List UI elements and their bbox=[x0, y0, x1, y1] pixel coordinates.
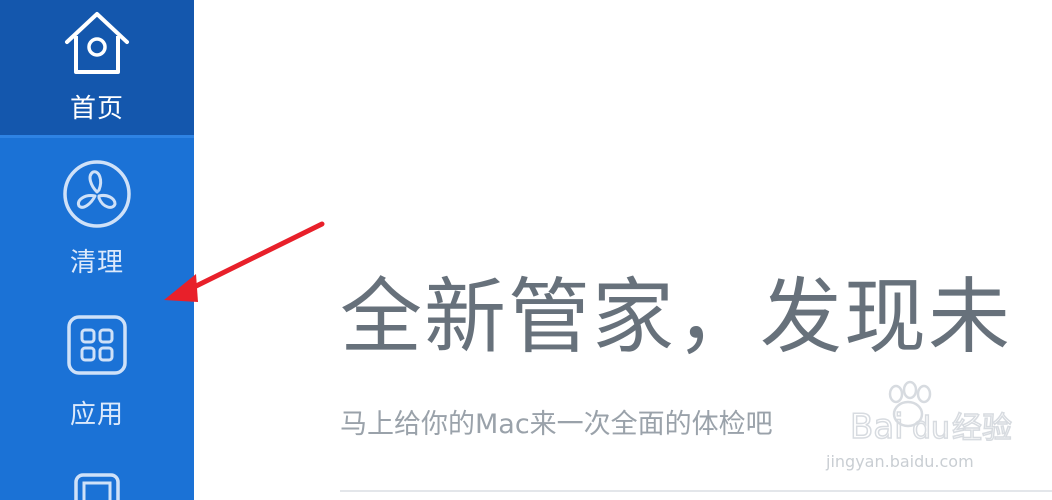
sidebar-item-label: 清理 bbox=[69, 248, 124, 278]
svg-text:经验: 经验 bbox=[952, 411, 1012, 446]
svg-text:du: du bbox=[912, 411, 950, 446]
baidu-jingyan-logo-icon: Bai du 经验 bbox=[849, 380, 1013, 448]
baidu-watermark: Bai du 经验 jingyan.baidu.com bbox=[800, 380, 1020, 480]
sidebar-item-label: 应用 bbox=[69, 400, 124, 430]
device-icon bbox=[73, 472, 121, 500]
page-subtitle: 马上给你的Mac来一次全面的体检吧 bbox=[340, 409, 773, 440]
sidebar-item-clean[interactable]: 清理 bbox=[0, 150, 194, 290]
page-title: 全新管家，发现未 bbox=[340, 270, 1013, 365]
sidebar-item-apps[interactable]: 应用 bbox=[0, 304, 194, 444]
divider bbox=[340, 490, 1052, 492]
watermark-domain: jingyan.baidu.com bbox=[826, 452, 974, 471]
sidebar-item-home[interactable]: 首页 bbox=[0, 0, 194, 138]
sidebar: 首页 清理 应用 bbox=[0, 0, 194, 500]
apps-grid-icon bbox=[66, 314, 128, 380]
fan-icon bbox=[61, 158, 133, 234]
sidebar-item-label: 首页 bbox=[69, 94, 124, 124]
svg-text:Bai: Bai bbox=[850, 407, 904, 447]
sidebar-item-device[interactable] bbox=[0, 460, 194, 500]
house-icon bbox=[61, 8, 133, 82]
app-window: 首页 清理 应用 全新管家，发现未 马上给你的Mac来一次全面的体检吧 Bai … bbox=[0, 0, 1052, 500]
